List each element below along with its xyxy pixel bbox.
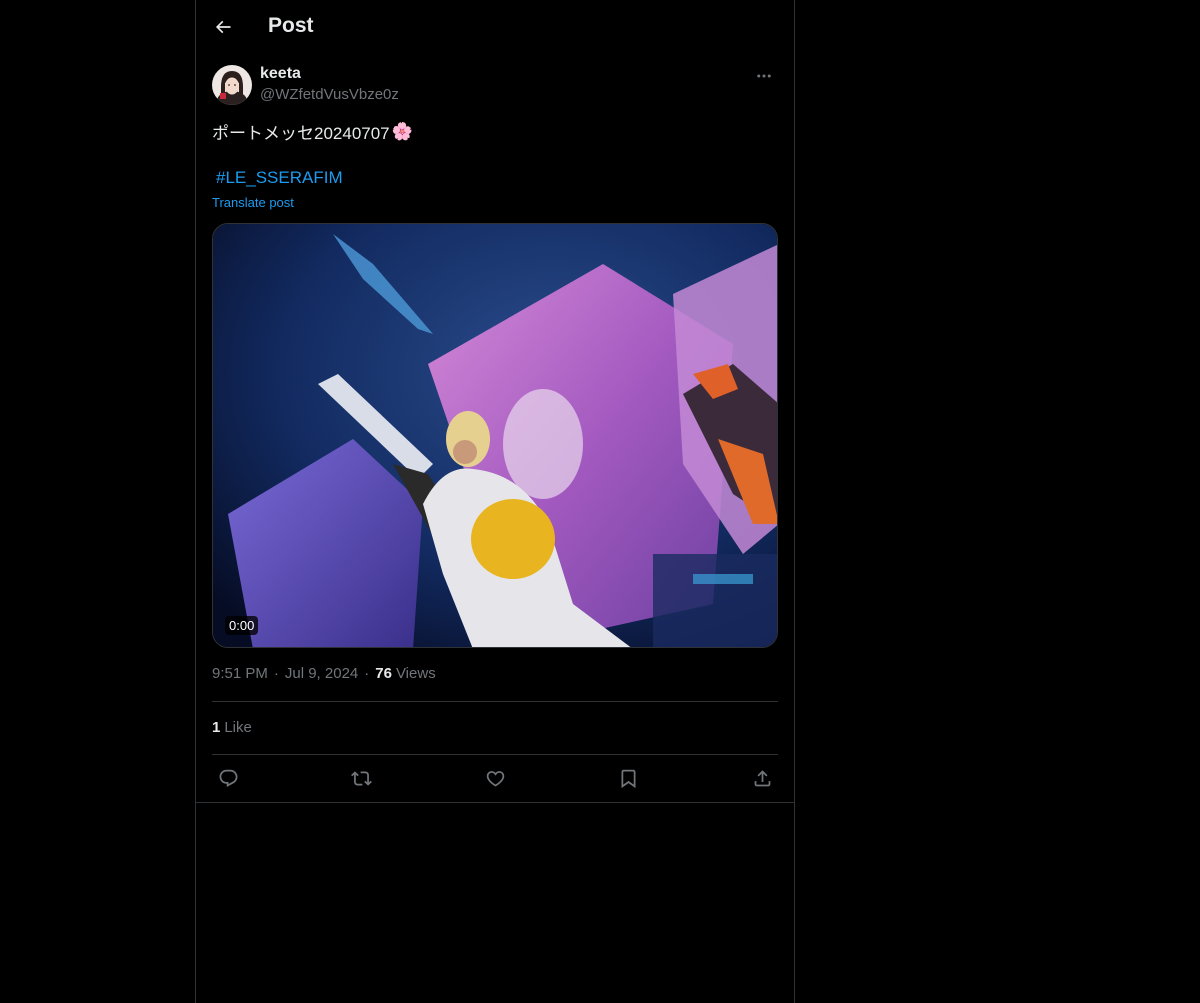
back-button[interactable] xyxy=(206,10,240,44)
post-date[interactable]: Jul 9, 2024 xyxy=(285,665,358,682)
translate-post-link[interactable]: Translate post xyxy=(212,195,294,210)
more-horizontal-icon xyxy=(757,74,771,78)
post-text-body: ポートメッセ20240707 xyxy=(212,124,390,143)
more-options-button[interactable] xyxy=(750,66,778,86)
share-button[interactable] xyxy=(746,762,778,794)
bookmark-button[interactable] xyxy=(613,762,645,794)
divider xyxy=(212,701,778,702)
video-player[interactable]: 0:00 xyxy=(212,223,778,648)
likes-label: Like xyxy=(224,719,252,736)
cherry-blossom-emoji: 🌸 xyxy=(391,121,413,141)
post-author: keeta @WZfetdVusVbze0z xyxy=(212,64,778,108)
meta-separator: · xyxy=(273,665,279,682)
action-bar xyxy=(212,762,778,794)
author-display-name[interactable]: keeta xyxy=(260,65,301,83)
post-time[interactable]: 9:51 PM xyxy=(212,665,268,682)
hashtag-link[interactable]: #LE_SSERAFIM xyxy=(216,168,343,188)
likes-summary[interactable]: 1 Like xyxy=(212,719,252,736)
video-frame xyxy=(213,224,777,647)
meta-separator: · xyxy=(364,665,370,682)
avatar[interactable] xyxy=(212,65,252,105)
page-header: Post xyxy=(196,0,794,54)
reply-icon xyxy=(219,769,237,787)
video-duration: 0:00 xyxy=(225,616,259,635)
post-meta: 9:51 PM · Jul 9, 2024 · 76 Views xyxy=(212,665,436,682)
bookmark-icon xyxy=(621,769,636,788)
heart-icon xyxy=(486,770,504,787)
author-handle[interactable]: @WZfetdVusVbze0z xyxy=(260,86,399,103)
share-icon xyxy=(754,769,770,786)
repost-button[interactable] xyxy=(346,762,378,794)
divider xyxy=(212,754,778,755)
avatar-image xyxy=(212,65,252,105)
like-button[interactable] xyxy=(479,762,511,794)
arrow-left-icon xyxy=(215,20,231,34)
divider xyxy=(196,802,794,803)
views-label: Views xyxy=(395,665,436,682)
reply-button[interactable] xyxy=(212,762,244,794)
views-count: 76 xyxy=(375,665,392,682)
post-column: Post keeta @WZfetdVusVbze0z ポートメッセ202407… xyxy=(195,0,795,1003)
post-text: ポートメッセ20240707 🌸 xyxy=(212,119,413,144)
repost-icon xyxy=(351,770,372,786)
page-title: Post xyxy=(268,14,314,37)
likes-count: 1 xyxy=(212,719,221,736)
